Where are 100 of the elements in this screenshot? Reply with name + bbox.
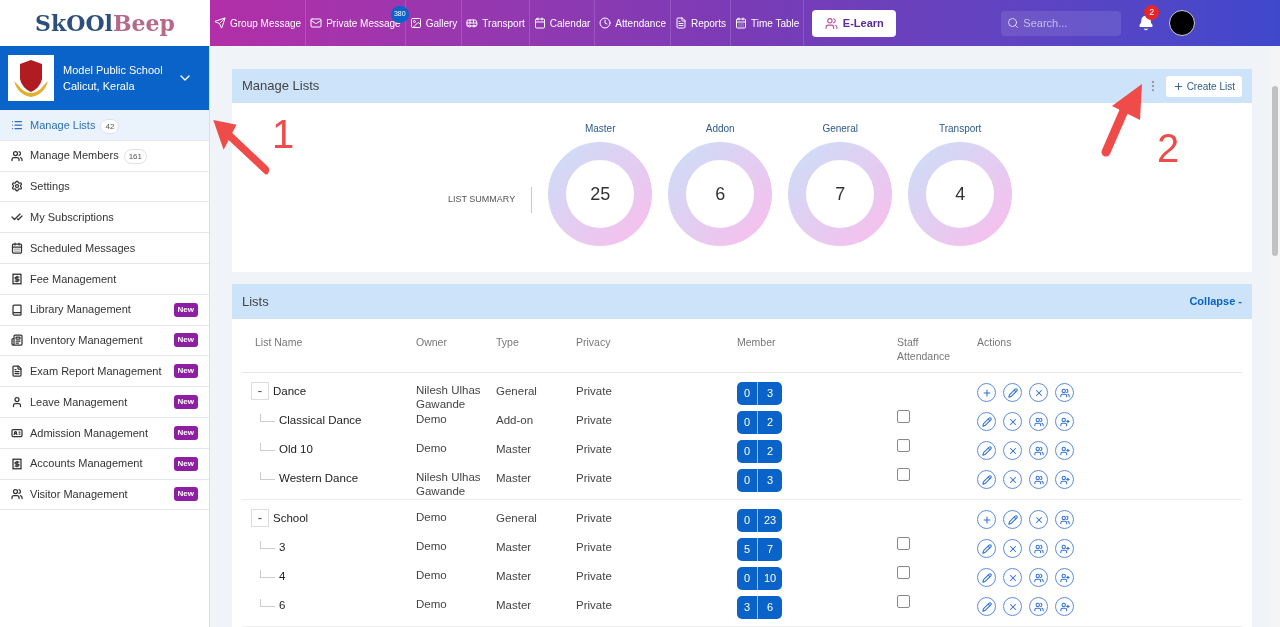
column-header: Privacy: [576, 335, 612, 350]
create-list-button[interactable]: Create List: [1165, 75, 1242, 97]
bus-icon: [466, 17, 479, 29]
nav-link[interactable]: Gallery: [405, 0, 463, 46]
list-name: Western Dance: [279, 471, 359, 486]
attendance-checkbox[interactable]: [897, 566, 910, 579]
type-cell: Master: [496, 541, 532, 553]
sidebar-item[interactable]: Manage Lists 42: [0, 110, 209, 141]
member-count: 2: [766, 415, 775, 431]
school-selector[interactable]: Model Public School Calicut, Kerala: [0, 46, 209, 110]
sidebar-item[interactable]: Scheduled Messages: [0, 233, 209, 264]
member-count: 5: [737, 538, 759, 561]
document-icon: [11, 365, 23, 378]
collapse-toggle[interactable]: -: [251, 508, 269, 527]
sidebar-item[interactable]: Accounts Management New: [0, 448, 209, 480]
card-title: Manage Lists: [242, 77, 321, 96]
attendance-checkbox[interactable]: [897, 468, 910, 481]
sidebar-item[interactable]: Exam Report Management New: [0, 356, 209, 388]
sidebar-item[interactable]: Leave Management New: [0, 387, 209, 418]
owner-cell-text: Demo: [416, 568, 448, 582]
nav-link[interactable]: Calendar: [529, 0, 596, 46]
list-name: Classical Dance: [279, 413, 362, 428]
owner-cell-text: Demo: [416, 441, 448, 455]
receipt-icon: [11, 457, 23, 470]
privacy-cell: Private: [576, 385, 612, 397]
annotation-number: 1: [272, 111, 295, 158]
list-name: 4: [279, 569, 286, 584]
summary-label: Transport: [938, 122, 982, 136]
count-badge: 161: [123, 149, 147, 165]
plus-icon: [1172, 80, 1184, 92]
calendar-icon: [533, 17, 546, 29]
attendance-checkbox[interactable]: [897, 410, 910, 423]
people-icon: [824, 16, 838, 30]
type-cell: General: [496, 385, 537, 397]
sidebar-item[interactable]: Settings: [0, 171, 209, 203]
nav-link[interactable]: Transport: [462, 0, 530, 46]
privacy-cell: Private: [576, 541, 612, 553]
nav-link[interactable]: Time Table: [730, 0, 805, 46]
summary-label: General: [822, 122, 858, 136]
type-cell: Add-on: [496, 414, 534, 426]
owner-cell-text: Demo: [416, 412, 448, 426]
member-count: 3: [766, 386, 775, 402]
sidebar-item[interactable]: Visitor Management New: [0, 479, 209, 511]
attendance-checkbox[interactable]: [897, 439, 910, 452]
bell-icon[interactable]: [1138, 15, 1155, 31]
privacy-cell: Private: [576, 443, 612, 455]
summary-label: LIST SUMMARY: [448, 187, 533, 213]
privacy-cell: Private: [576, 599, 612, 611]
column-header: Member: [737, 335, 777, 350]
type-cell: Master: [496, 443, 532, 455]
person-icon: [11, 396, 23, 409]
collapse-link[interactable]: Collapse -: [1189, 293, 1242, 310]
column-header: Type: [496, 335, 520, 350]
image-icon: [409, 17, 422, 29]
sidebar-item[interactable]: Fee Management: [0, 264, 209, 295]
elearn-button[interactable]: E-Learn: [812, 9, 897, 37]
member-count: 3: [737, 596, 759, 619]
new-badge: New: [173, 364, 198, 379]
member-count: 7: [766, 542, 775, 558]
users-icon: [11, 149, 23, 162]
sidebar-item[interactable]: Library Management New: [0, 294, 209, 326]
sidebar-item[interactable]: Manage Members 161: [0, 140, 209, 172]
member-count: 0: [737, 411, 759, 434]
annotation-number: 2: [1157, 125, 1180, 172]
member-count: 6: [766, 600, 775, 616]
summary-count: 25: [590, 182, 611, 206]
document-icon: [674, 17, 687, 29]
pointer-arrow: [212, 117, 270, 175]
count-badge: 42: [100, 118, 120, 134]
logo: SkOOlBeep: [35, 8, 175, 38]
list-name: 6: [279, 598, 286, 613]
new-badge: New: [173, 487, 198, 502]
member-count: 0: [737, 509, 759, 532]
newspaper-icon: [11, 334, 23, 347]
member-count: 2: [766, 444, 775, 460]
new-badge: New: [173, 395, 198, 410]
sidebar-item[interactable]: Inventory Management New: [0, 325, 209, 357]
owner-cell-text: Demo: [416, 510, 448, 524]
id-card-icon: [11, 426, 23, 439]
attendance-checkbox[interactable]: [897, 595, 910, 608]
nav-link[interactable]: Attendance: [595, 0, 671, 46]
list-icon: [11, 118, 23, 131]
attendance-checkbox[interactable]: [897, 537, 910, 550]
new-badge: New: [173, 333, 198, 348]
list-name: School: [273, 511, 309, 526]
new-badge: New: [173, 302, 198, 317]
collapse-toggle[interactable]: -: [251, 381, 269, 400]
column-header: Owner: [416, 335, 448, 350]
sidebar-item[interactable]: Admission Management New: [0, 417, 209, 449]
school-name: Model Public School: [63, 63, 164, 78]
sidebar-item[interactable]: My Subscriptions: [0, 202, 209, 234]
school-location: Calicut, Kerala: [63, 79, 136, 94]
nav-link[interactable]: Group Message: [210, 0, 307, 46]
column-header: List Name: [255, 335, 304, 350]
column-header: Staff Attendance: [897, 335, 952, 363]
avatar[interactable]: [1169, 10, 1196, 36]
member-count: 0: [737, 469, 759, 492]
send-icon: [214, 17, 226, 29]
nav-link[interactable]: Reports: [670, 0, 731, 46]
receipt-icon: [11, 272, 23, 285]
